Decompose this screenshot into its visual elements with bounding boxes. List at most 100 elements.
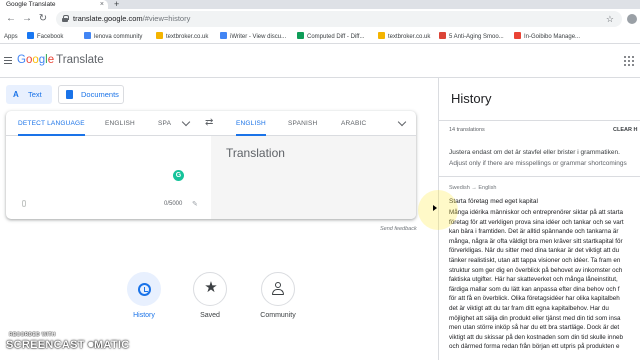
google-translate-logo[interactable]: Google Translate: [17, 54, 104, 67]
source-more-languages-icon[interactable]: [181, 117, 191, 127]
history-body-line: färdiga mallar som du lätt kan anpassa e…: [449, 285, 620, 293]
bookmark-favicon-icon: [514, 31, 521, 39]
swap-languages-icon[interactable]: ⇄: [205, 117, 213, 129]
history-icon: [138, 283, 151, 296]
bookmark-item[interactable]: 5 Anti-Aging Smoo...: [439, 30, 504, 43]
history-nav-button[interactable]: History: [126, 272, 162, 319]
community-nav-button[interactable]: Community: [260, 272, 296, 319]
history-entry[interactable]: Justera endast om det är stavfel eller b…: [449, 147, 640, 169]
divider: [439, 176, 640, 177]
tab-target-english[interactable]: ENGLISH: [236, 111, 266, 136]
history-nav-circle[interactable]: [127, 272, 161, 306]
forward-icon[interactable]: →: [21, 13, 33, 25]
tab-detect-language[interactable]: DETECT LANGUAGE: [18, 111, 85, 136]
translations-count: 14 translations: [449, 127, 485, 133]
tab-target-spanish[interactable]: SPANISH: [288, 111, 317, 136]
history-panel: History 14 translations CLEAR H Justera …: [438, 78, 640, 360]
bookmarks-bar: Apps Facebook lenova community textbroker.c…: [0, 30, 640, 44]
clear-history-button[interactable]: CLEAR H: [613, 127, 637, 133]
history-body-line: faktiska utgifter. Här har skatteverket …: [449, 276, 618, 284]
translate-text-icon: A: [13, 90, 19, 99]
lock-icon: [62, 15, 69, 23]
target-more-languages-icon[interactable]: [397, 117, 407, 127]
history-body-line: många, några är ofta väldigt bra men krä…: [449, 237, 623, 245]
history-body-line: kan bära i framtiden. Det är alltid spän…: [449, 228, 619, 236]
menu-icon[interactable]: [4, 57, 12, 64]
address-bar[interactable]: translate.google.com/#view=history ☆: [56, 11, 622, 27]
mouse-cursor-icon: [433, 205, 437, 211]
watermark-recorded-with: RECORDED WITH: [9, 332, 56, 338]
bookmark-item[interactable]: iWriter - View discu...: [220, 30, 287, 43]
app-header: Google Translate: [0, 44, 640, 78]
bookmark-label: In-Goibibo Manage...: [524, 34, 581, 40]
tab-source-english[interactable]: ENGLISH: [105, 111, 135, 136]
bookmark-item[interactable]: Computed Diff - Diff...: [297, 30, 365, 43]
star-icon: ★: [204, 279, 218, 296]
grammarly-icon[interactable]: G: [173, 170, 184, 181]
history-body-line: viktigt att du skissar på den kostnaden …: [449, 333, 623, 341]
community-nav-label: Community: [260, 312, 296, 319]
bookmark-item[interactable]: Facebook: [27, 30, 63, 43]
saved-nav-button[interactable]: ★ Saved: [192, 272, 228, 319]
history-body-line: för att få en överblick. Olika företagsi…: [449, 295, 620, 303]
saved-nav-label: Saved: [200, 312, 220, 319]
google-apps-icon[interactable]: [624, 56, 634, 66]
bookmark-label: textbroker.co.uk: [388, 34, 431, 40]
history-body-line: och därmed forma redan från början ett u…: [449, 343, 620, 351]
bookmark-favicon-icon: [27, 31, 34, 39]
browser-toolbar: ← → ↻ translate.google.com/#view=history…: [0, 9, 640, 30]
close-tab-icon[interactable]: ×: [100, 0, 104, 9]
microphone-icon[interactable]: [22, 200, 26, 207]
bookmark-favicon-icon: [84, 31, 91, 39]
history-entry-title[interactable]: Starta företag med eget kapital: [449, 198, 538, 205]
bookmark-label: iWriter - View discu...: [230, 34, 287, 40]
cursor-highlight: [418, 190, 458, 230]
history-body-line: Många idérika människor och entreprenöre…: [449, 209, 623, 216]
community-nav-circle[interactable]: [261, 272, 295, 306]
history-entry-body[interactable]: Många idérika människor och entreprenöre…: [449, 208, 640, 352]
history-body-line: företag för att verkligen prova sina idé…: [449, 218, 624, 226]
history-body-line: förverkligas. När du sitter med dina tan…: [449, 247, 620, 255]
source-text-area[interactable]: G 0/5000 ✎: [6, 136, 211, 219]
history-title: History: [451, 91, 492, 106]
bookmark-label: Apps: [4, 34, 18, 40]
back-icon[interactable]: ←: [5, 13, 17, 25]
new-tab-icon[interactable]: +: [114, 0, 119, 9]
browser-tab[interactable]: Google Translate ×: [0, 0, 108, 9]
text-mode-button[interactable]: A Text: [6, 85, 52, 104]
tab-source-spanish[interactable]: SPA: [158, 111, 171, 136]
tab-target-arabic[interactable]: ARABIC: [341, 111, 366, 136]
history-body-line: men utan större inköp så har du ett bra …: [449, 324, 620, 332]
bookmark-item[interactable]: Apps: [4, 30, 18, 43]
bookmark-favicon-icon: [220, 31, 227, 39]
bookmark-label: 5 Anti-Aging Smoo...: [449, 34, 504, 40]
bookmark-favicon-icon: [378, 31, 385, 39]
documents-mode-label: Documents: [81, 90, 119, 99]
bookmark-item[interactable]: lenova community: [84, 30, 142, 43]
bookmark-favicon-icon: [156, 31, 163, 39]
bookmark-item[interactable]: textbroker.co.uk: [378, 30, 431, 43]
saved-nav-circle[interactable]: ★: [193, 272, 227, 306]
history-nav-label: History: [133, 312, 155, 319]
bookmark-item[interactable]: In-Goibibo Manage...: [514, 30, 581, 43]
history-body-line: struktur som ger dig en överblick på beh…: [449, 266, 623, 274]
history-body-line: tänker realistiskt, utan att tappa visio…: [449, 256, 621, 264]
bookmark-label: Computed Diff - Diff...: [307, 34, 365, 40]
documents-mode-button[interactable]: Documents: [58, 85, 124, 104]
text-mode-label: Text: [28, 90, 42, 99]
bookmark-label: textbroker.co.uk: [166, 34, 209, 40]
tab-title: Google Translate: [6, 1, 56, 8]
bookmark-favicon-icon: [439, 31, 446, 39]
bookmark-star-icon[interactable]: ☆: [606, 11, 614, 27]
url-text: translate.google.com/#view=history: [73, 14, 191, 23]
send-feedback-link[interactable]: Send feedback: [380, 226, 417, 232]
community-icon: [272, 282, 286, 296]
browser-tabstrip: Google Translate × +: [0, 0, 640, 9]
bookmark-item[interactable]: textbroker.co.uk: [156, 30, 209, 43]
language-bar: DETECT LANGUAGE ENGLISH SPA ⇄ ENGLISH SP…: [6, 111, 416, 136]
translator-card: DETECT LANGUAGE ENGLISH SPA ⇄ ENGLISH SP…: [6, 111, 416, 219]
translation-placeholder: Translation: [226, 146, 285, 160]
pencil-icon[interactable]: ✎: [192, 200, 198, 208]
profile-icon[interactable]: [627, 14, 637, 24]
reload-icon[interactable]: ↻: [37, 13, 49, 25]
